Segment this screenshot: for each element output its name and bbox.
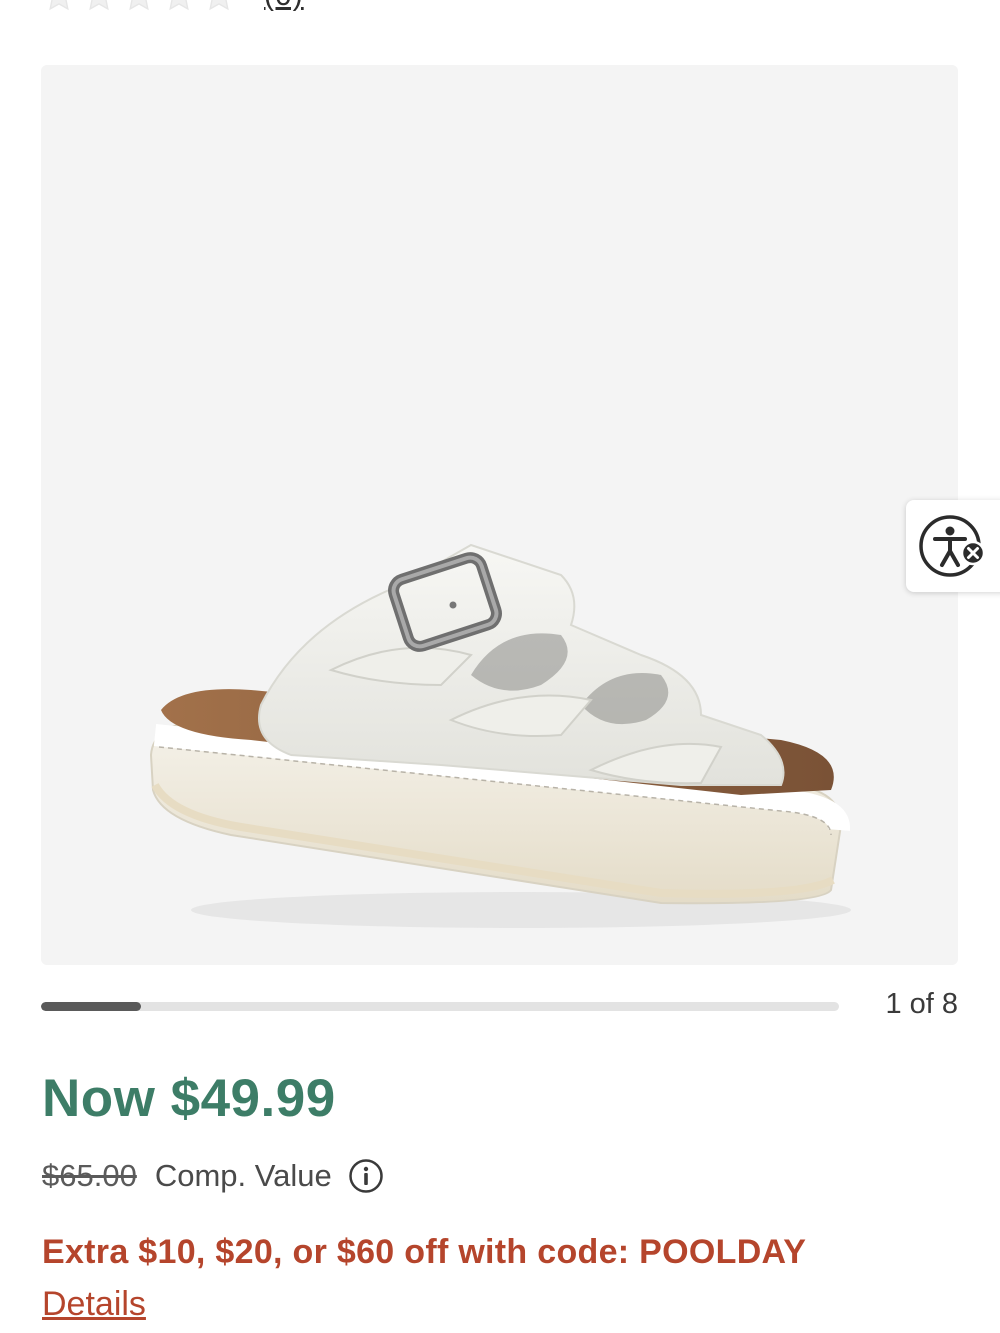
promo-code-text: Extra $10, $20, or $60 off with code: PO… bbox=[42, 1233, 807, 1271]
slide-counter: 1 of 8 bbox=[885, 988, 958, 1020]
star-icon bbox=[82, 0, 116, 13]
original-price: $65.00 bbox=[42, 1158, 137, 1193]
product-page: (0) bbox=[0, 0, 1000, 1333]
review-count-link[interactable]: (0) bbox=[264, 0, 304, 13]
accessibility-button[interactable] bbox=[906, 500, 1000, 592]
promo-details-link[interactable]: Details bbox=[42, 1285, 146, 1324]
comp-value-row: $65.00 Comp. Value bbox=[42, 1158, 384, 1194]
star-icon bbox=[42, 0, 76, 13]
star-icon bbox=[162, 0, 196, 13]
star-icon bbox=[202, 0, 236, 13]
sale-price: Now $49.99 bbox=[42, 1069, 336, 1128]
accessibility-person-icon bbox=[919, 515, 986, 577]
star-icon bbox=[122, 0, 156, 13]
rating-row[interactable]: (0) bbox=[42, 0, 304, 14]
gallery-progress-fill bbox=[41, 1002, 141, 1011]
info-icon[interactable] bbox=[348, 1158, 384, 1194]
sandal-product-image bbox=[149, 543, 851, 928]
product-image-gallery[interactable] bbox=[41, 65, 958, 965]
comp-value-label: Comp. Value bbox=[154, 1158, 332, 1193]
gallery-progress-bar bbox=[41, 1002, 839, 1011]
